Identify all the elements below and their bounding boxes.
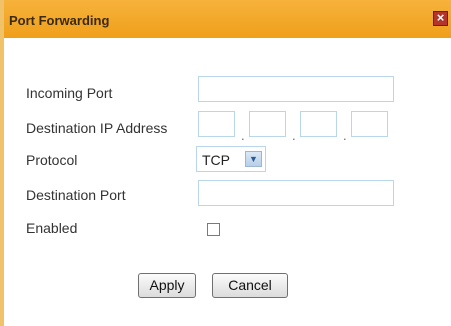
apply-button[interactable]: Apply (138, 273, 196, 298)
ip-octet-3-input[interactable] (300, 111, 337, 137)
destination-ip-label: Destination IP Address (26, 120, 168, 136)
ip-octet-2-input[interactable] (249, 111, 286, 137)
ip-separator: . (241, 128, 245, 143)
protocol-label: Protocol (26, 152, 78, 168)
ip-octet-4-input[interactable] (351, 111, 388, 137)
port-forwarding-dialog: Port Forwarding × Incoming Port Destinat… (0, 0, 451, 326)
incoming-port-label: Incoming Port (26, 85, 113, 101)
incoming-port-input[interactable] (198, 76, 394, 102)
ip-octet-1-input[interactable] (198, 111, 235, 137)
protocol-selected-value: TCP (202, 152, 230, 168)
dialog-title: Port Forwarding (9, 13, 110, 28)
chevron-down-icon[interactable]: ▼ (245, 151, 262, 167)
ip-separator: . (343, 128, 347, 143)
destination-port-label: Destination Port (26, 187, 126, 203)
dialog-titlebar: Port Forwarding × (4, 0, 451, 38)
enabled-checkbox[interactable] (207, 223, 220, 236)
protocol-select[interactable]: TCP ▼ (196, 146, 266, 172)
destination-port-input[interactable] (198, 180, 394, 206)
close-icon[interactable]: × (433, 11, 448, 26)
enabled-label: Enabled (26, 220, 78, 236)
cancel-button[interactable]: Cancel (212, 273, 288, 298)
ip-separator: . (292, 128, 296, 143)
